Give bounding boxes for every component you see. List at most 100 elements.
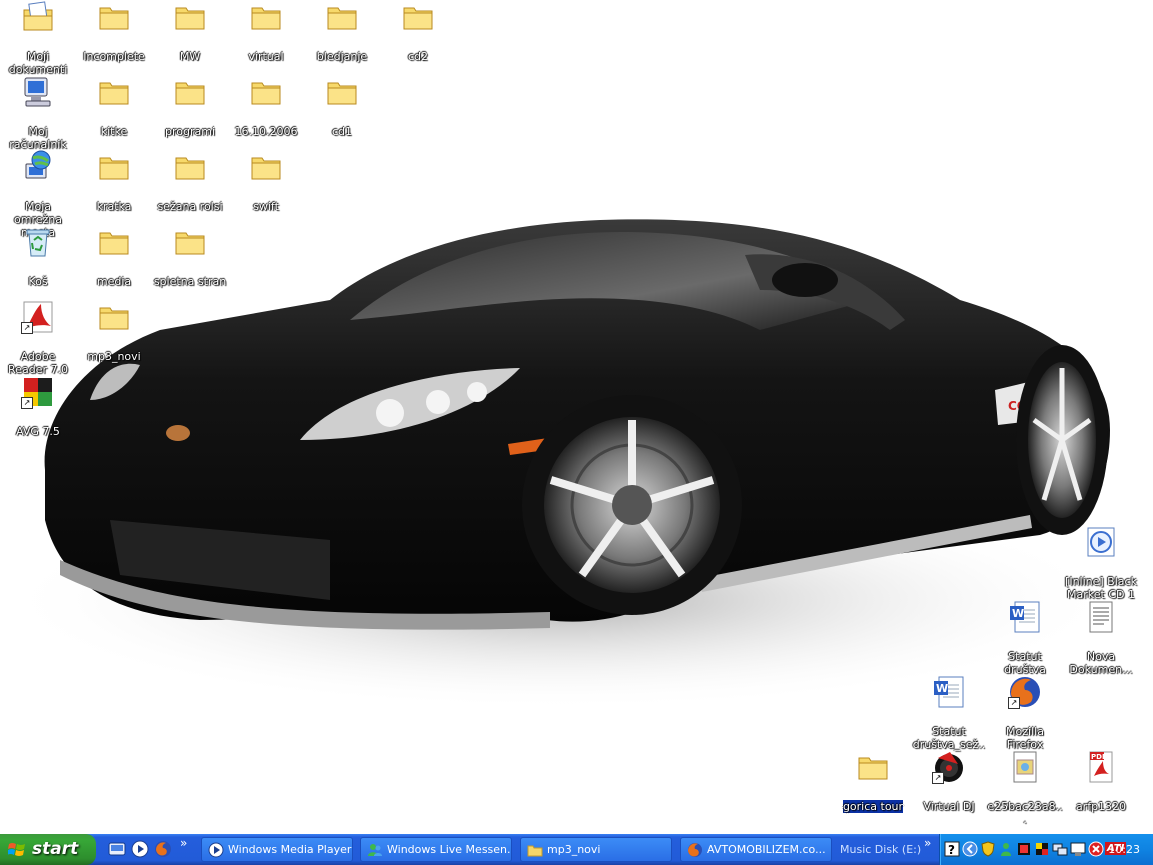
taskbar-button-label: Windows Live Messen... bbox=[387, 843, 512, 856]
folder-icon bbox=[249, 0, 283, 34]
music-disk-toolbar[interactable]: Music Disk (E:) bbox=[840, 837, 921, 862]
taskbar-button-avtomobilizem[interactable]: AVTOMOBILIZEM.co... bbox=[680, 837, 832, 862]
taskbar-button-label: AVTOMOBILIZEM.co... bbox=[707, 843, 826, 856]
desktop-icon-se-ana-rolsi[interactable]: sežana rolsi bbox=[152, 150, 228, 213]
folder-icon bbox=[97, 300, 131, 334]
folder-icon bbox=[249, 150, 283, 184]
folder-icon bbox=[856, 750, 890, 784]
messenger-icon[interactable] bbox=[998, 841, 1014, 857]
desktop[interactable]: CCX Moji dokumentiIncompleteMWvirtualble… bbox=[0, 0, 1153, 834]
folder-icon bbox=[325, 0, 359, 34]
folder-icon bbox=[401, 0, 435, 34]
desktop-icon-label: sežana rolsi bbox=[157, 200, 223, 213]
help-icon[interactable]: ? bbox=[944, 841, 960, 857]
app-icon[interactable] bbox=[1034, 841, 1050, 857]
taskbar-button-windows-media-player[interactable]: Windows Media Player bbox=[201, 837, 353, 862]
desktop-icon-avg-7-5[interactable]: ↗ AVG 7.5 bbox=[0, 375, 76, 438]
antivirus-icon[interactable] bbox=[1088, 841, 1104, 857]
desktop-icon-mw[interactable]: MW bbox=[152, 0, 228, 63]
adobe-reader-icon: ↗ bbox=[21, 300, 55, 334]
desktop-icon-label: Virtual DJ bbox=[923, 800, 975, 813]
word-document-icon: W bbox=[1008, 600, 1042, 634]
desktop-icon-label: kitke bbox=[100, 125, 128, 138]
desktop-icon-virtual[interactable]: virtual bbox=[228, 0, 304, 63]
firefox-icon[interactable] bbox=[154, 840, 172, 858]
desktop-icon-ko[interactable]: Koš bbox=[0, 225, 76, 288]
svg-text:PDF: PDF bbox=[1091, 753, 1107, 761]
desktop-icon-swift[interactable]: swift bbox=[228, 150, 304, 213]
svg-text:?: ? bbox=[948, 843, 955, 857]
desktop-icon-label: Koš bbox=[28, 275, 48, 288]
desktop-icon-spletna-stran[interactable]: spletna stran bbox=[152, 225, 228, 288]
desktop-icon-label: cd1 bbox=[331, 125, 353, 138]
word-document-icon: W bbox=[932, 675, 966, 709]
app-icon[interactable] bbox=[1016, 841, 1032, 857]
desktop-icon-cd1[interactable]: cd1 bbox=[304, 75, 380, 138]
desktop-icon-16-10-2006[interactable]: 16.10.2006 bbox=[228, 75, 304, 138]
desktop-icon-kitke[interactable]: kitke bbox=[76, 75, 152, 138]
desktop-icon-label: MW bbox=[179, 50, 201, 63]
desktop-icon-label: [Inline] Black Market CD 1 bbox=[1065, 575, 1137, 601]
desktop-icon-label: Moji dokumenti bbox=[8, 50, 68, 76]
display-icon[interactable] bbox=[1070, 841, 1086, 857]
show-desktop-icon[interactable] bbox=[108, 840, 126, 858]
desktop-icon-label: Mozilla Firefox bbox=[1006, 725, 1044, 751]
desktop-icon-bledjanje[interactable]: bledjanje bbox=[304, 0, 380, 63]
desktop-icon-label: bledjanje bbox=[316, 50, 368, 63]
desktop-icon-label: Moj računalnik bbox=[9, 125, 67, 151]
folder-icon bbox=[173, 75, 207, 109]
desktop-icon-label: spletna stran bbox=[153, 275, 227, 288]
desktop-icon-media[interactable]: media bbox=[76, 225, 152, 288]
desktop-icon-arfp1320[interactable]: PDF arfp1320 bbox=[1063, 750, 1139, 813]
desktop-icon-e25bac23a8[interactable]: e25bac23a8... bbox=[987, 750, 1063, 826]
windows-flag-icon bbox=[8, 843, 25, 856]
system-tray: ? ATI 10:23 bbox=[939, 834, 1153, 865]
desktop-icon-cd2[interactable]: cd2 bbox=[380, 0, 456, 63]
desktop-icon-label: media bbox=[96, 275, 132, 288]
desktop-icon-label: virtual bbox=[248, 50, 284, 63]
clock[interactable]: 10:23 bbox=[1108, 834, 1140, 865]
desktop-icon-kratka[interactable]: kratka bbox=[76, 150, 152, 213]
network-icon[interactable] bbox=[1052, 841, 1068, 857]
desktop-icon-label: 16.10.2006 bbox=[234, 125, 298, 138]
desktop-icon-adobe-reader-7-0[interactable]: ↗ Adobe Reader 7.0 bbox=[0, 300, 76, 376]
taskbar-button-label: mp3_novi bbox=[547, 843, 601, 856]
desktop-icon-programi[interactable]: programi bbox=[152, 75, 228, 138]
desktop-icon-statut-dru-tva[interactable]: W Statut društva bbox=[987, 600, 1063, 676]
quick-launch-more-button[interactable]: » bbox=[180, 836, 187, 850]
windows-media-player-icon bbox=[208, 842, 224, 858]
media-cd-icon bbox=[1084, 525, 1118, 559]
start-button[interactable]: start bbox=[0, 834, 96, 865]
desktop-icon-virtual-dj[interactable]: ↗ Virtual DJ bbox=[911, 750, 987, 813]
folder-icon bbox=[97, 75, 131, 109]
text-document-icon bbox=[1084, 600, 1118, 634]
desktop-icon-nova-dokumen[interactable]: Nova Dokumen... bbox=[1063, 600, 1139, 676]
folder-icon bbox=[173, 225, 207, 259]
my-documents-icon bbox=[21, 0, 55, 34]
shortcut-arrow-icon: ↗ bbox=[1008, 697, 1020, 709]
folder-icon bbox=[173, 0, 207, 34]
folder-icon bbox=[97, 150, 131, 184]
desktop-icon-mp3-novi[interactable]: mp3_novi bbox=[76, 300, 152, 363]
svg-text:W: W bbox=[936, 682, 948, 695]
desktop-icon-label: Incomplete bbox=[83, 50, 145, 63]
desktop-icon-moji-dokumenti[interactable]: Moji dokumenti bbox=[0, 0, 76, 76]
security-shield-icon[interactable] bbox=[980, 841, 996, 857]
folder-icon bbox=[173, 150, 207, 184]
folder-icon bbox=[97, 225, 131, 259]
shortcut-arrow-icon: ↗ bbox=[21, 322, 33, 334]
taskbar-button-windows-live-messenger[interactable]: Windows Live Messen... bbox=[360, 837, 512, 862]
start-label: start bbox=[32, 839, 79, 859]
show-hidden-icons-icon[interactable] bbox=[962, 841, 978, 857]
quick-launch: » bbox=[104, 834, 196, 865]
desktop-icon-label: gorica tour bbox=[841, 799, 905, 814]
desktop-icon-incomplete[interactable]: Incomplete bbox=[76, 0, 152, 63]
desktop-icon-gorica-tour[interactable]: gorica tour bbox=[835, 750, 911, 814]
desktop-icon-moj-ra-unalnik[interactable]: Moj računalnik bbox=[0, 75, 76, 151]
windows-media-player-icon[interactable] bbox=[131, 840, 149, 858]
toolbar-more-button[interactable]: » bbox=[924, 836, 931, 850]
desktop-icon-mozilla-firefox[interactable]: ↗ Mozilla Firefox bbox=[987, 675, 1063, 751]
desktop-icon-label: swift bbox=[253, 200, 279, 213]
taskbar-button-mp3-novi[interactable]: mp3_novi bbox=[520, 837, 672, 862]
desktop-icon-inline-black-market-cd-1[interactable]: [Inline] Black Market CD 1 bbox=[1063, 525, 1139, 601]
